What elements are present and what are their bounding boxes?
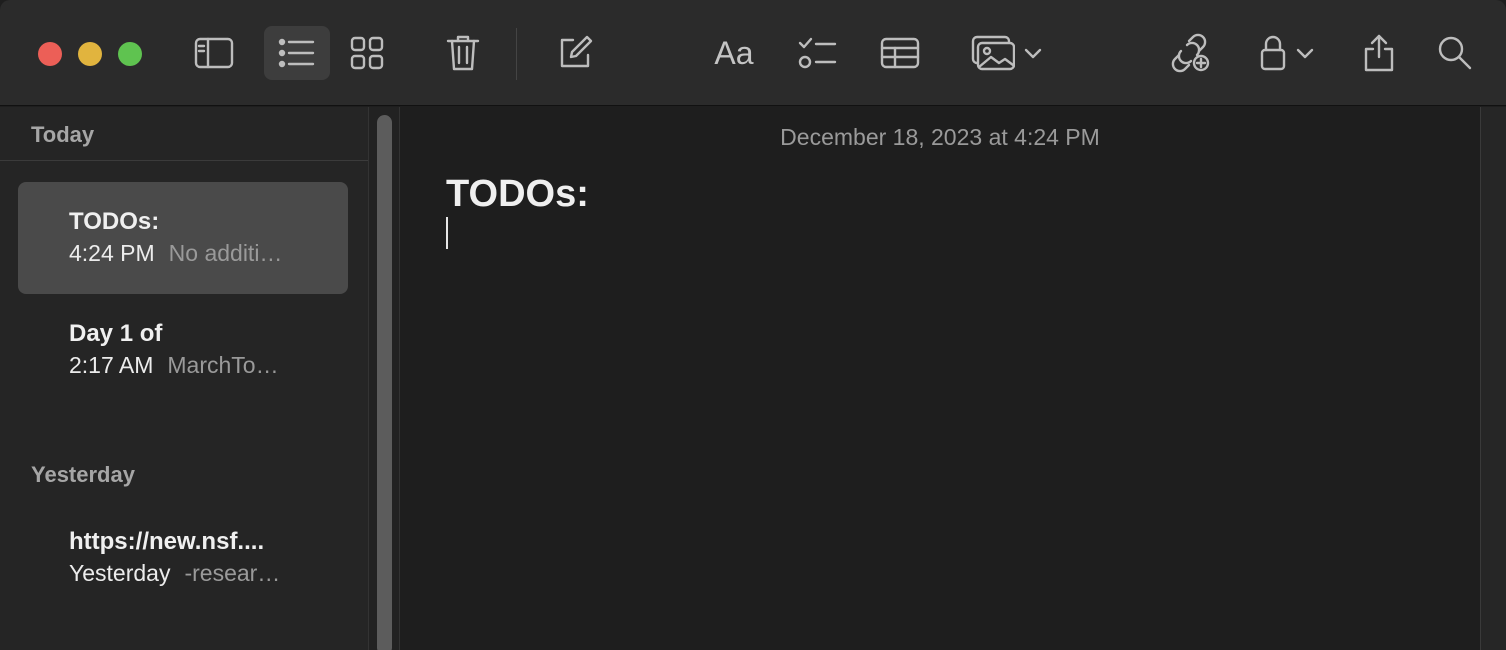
note-meta: Yesterday -resear… <box>69 560 280 587</box>
minimize-window-button[interactable] <box>78 42 102 66</box>
scrollbar-thumb[interactable] <box>377 115 392 650</box>
section-header-yesterday: Yesterday <box>31 462 135 487</box>
note-time: Yesterday <box>69 560 171 586</box>
lock-icon <box>1260 35 1286 71</box>
note-meta: 2:17 AM MarchTo… <box>69 352 279 379</box>
trash-icon <box>446 35 480 71</box>
list-icon <box>278 38 315 68</box>
format-button[interactable]: Aa <box>704 26 764 80</box>
note-heading[interactable]: TODOs: <box>446 173 589 216</box>
share-icon <box>1364 34 1394 72</box>
notes-list-scrollbar[interactable] <box>368 107 400 650</box>
note-title: https://new.nsf.... <box>69 528 265 555</box>
note-preview: -resear… <box>184 560 281 586</box>
list-view-button[interactable] <box>264 26 330 80</box>
section-header-today: Today <box>31 122 95 147</box>
editor-right-edge <box>1480 107 1506 650</box>
text-caret <box>446 217 448 249</box>
note-list-item[interactable]: TODOs: 4:24 PM No additi… <box>18 182 348 294</box>
note-preview: MarchTo… <box>167 352 279 378</box>
notes-list-sidebar: Today TODOs: 4:24 PM No additi… Day 1 of … <box>0 107 368 650</box>
note-editor[interactable]: December 18, 2023 at 4:24 PM TODOs: <box>400 107 1480 650</box>
chevron-down-icon <box>1024 48 1042 59</box>
maximize-window-button[interactable] <box>118 42 142 66</box>
grid-icon <box>350 36 384 70</box>
lock-button[interactable] <box>1250 26 1324 80</box>
note-title: Day 1 of <box>69 320 163 347</box>
compose-icon <box>560 35 593 68</box>
chevron-down-icon <box>1296 48 1314 59</box>
search-button[interactable] <box>1428 26 1482 80</box>
collaborate-icon <box>1171 33 1210 73</box>
collaborate-button[interactable] <box>1162 26 1218 80</box>
note-preview: No additi… <box>168 240 283 266</box>
media-button[interactable] <box>962 26 1052 80</box>
table-button[interactable] <box>872 26 928 80</box>
note-time: 2:17 AM <box>69 352 154 378</box>
note-time: 4:24 PM <box>69 240 155 266</box>
notes-window: Aa Today TODOs: 4:24 PM No additi… Day 1… <box>0 0 1506 650</box>
toolbar-separator <box>516 28 517 80</box>
search-icon <box>1438 36 1472 70</box>
table-icon <box>880 37 920 69</box>
photo-icon <box>971 35 1015 71</box>
close-window-button[interactable] <box>38 42 62 66</box>
section-divider <box>0 160 368 161</box>
note-list-item[interactable]: https://new.nsf.... Yesterday -resear… <box>18 502 348 614</box>
note-title: TODOs: <box>69 208 160 235</box>
checklist-icon <box>798 37 837 69</box>
sidebar-icon <box>194 37 234 69</box>
delete-button[interactable] <box>436 26 490 80</box>
format-icon: Aa <box>714 34 754 71</box>
gallery-view-button[interactable] <box>340 26 394 80</box>
note-list-item[interactable]: Day 1 of 2:17 AM MarchTo… <box>18 294 348 406</box>
toolbar: Aa <box>0 0 1506 106</box>
note-date: December 18, 2023 at 4:24 PM <box>780 124 1100 150</box>
new-note-button[interactable] <box>548 26 602 80</box>
checklist-button[interactable] <box>790 26 844 80</box>
sidebar-toggle-button[interactable] <box>186 26 242 80</box>
share-button[interactable] <box>1352 26 1406 80</box>
note-meta: 4:24 PM No additi… <box>69 240 282 267</box>
